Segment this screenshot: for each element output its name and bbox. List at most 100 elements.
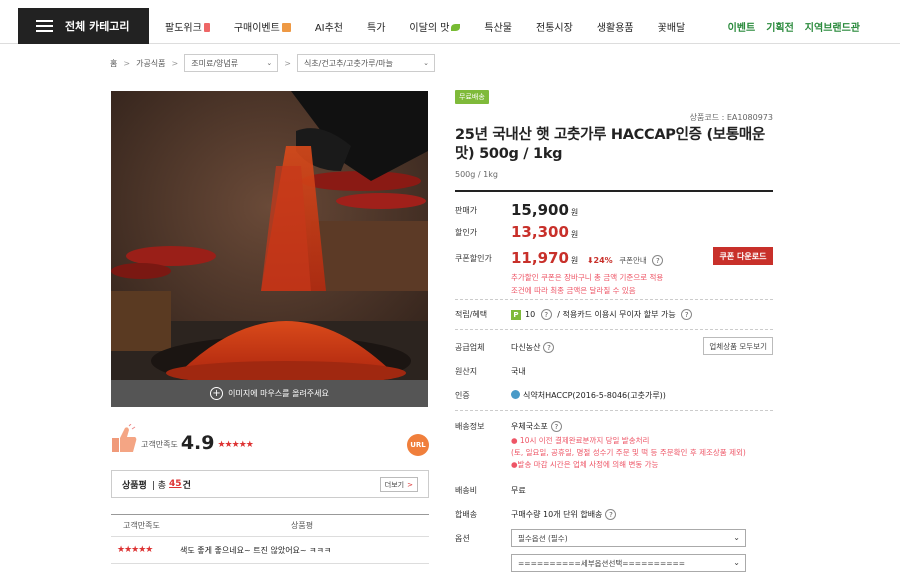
chevron-right-icon: >: [171, 58, 179, 68]
review-row-text: 색도 좋게 좋으네요~ 트진 않았어요~ ㅋㅋㅋ: [180, 545, 332, 555]
review-header-rating: 고객만족도: [123, 521, 160, 530]
menu-item-monthly-taste[interactable]: 이달의 맛: [409, 19, 461, 34]
menu-item-exhibition[interactable]: 기획전: [766, 19, 794, 34]
menu-item-household[interactable]: 생활용품: [597, 19, 634, 34]
chevron-down-icon: ⌄: [423, 59, 429, 67]
menu-item-special-price[interactable]: 특가: [367, 19, 385, 34]
all-category-label: 전체 카테고리: [65, 20, 130, 33]
main-menu: 팔도위크 구매이벤트 AI추천 특가 이달의 맛 특산물 전통시장 생활용품 꽃…: [165, 19, 709, 34]
help-icon[interactable]: ?: [540, 309, 552, 320]
supplier-name: 다신농산: [511, 343, 541, 352]
chevron-down-icon: ⌄: [733, 533, 740, 542]
review-total-label: | 총: [151, 480, 167, 491]
help-icon[interactable]: ?: [652, 255, 664, 266]
sale-price-label: 판매가: [455, 206, 478, 215]
menu-item-traditional-market[interactable]: 전통시장: [536, 19, 573, 34]
coupon-price: 11,970: [511, 249, 569, 267]
breadcrumb-select-seasoning[interactable]: 조미료/양념류 ⌄: [184, 54, 279, 72]
rating-stars: ★★★★★: [217, 440, 253, 450]
review-more-button[interactable]: 더보기 >: [379, 477, 418, 492]
menu-item-ai-recommend[interactable]: AI추천: [315, 19, 343, 34]
review-label: 상품평: [122, 480, 147, 491]
right-menu: 이벤트 기획전 지역브랜드관: [717, 19, 860, 34]
hamburger-icon: [36, 20, 53, 32]
coupon-download-button[interactable]: 쿠폰 다운로드: [713, 247, 773, 265]
required-option-select[interactable]: 필수옵션 (필수) ⌄: [511, 529, 746, 547]
chili-powder-photo: [111, 91, 428, 380]
coupon-price-label: 쿠폰할인가: [455, 254, 492, 263]
bundle-shipping-value: 구매수량 10개 단위 합배송: [511, 510, 603, 519]
menu-item-event[interactable]: 이벤트: [728, 19, 756, 34]
product-code: 상품코드 : EA1080973: [689, 113, 773, 122]
chevron-down-icon: ⌄: [266, 59, 273, 67]
rating-score: 4.9: [180, 432, 215, 454]
chevron-right-icon: >: [284, 58, 291, 68]
gift-icon: [281, 23, 291, 32]
leaf-icon: [451, 24, 461, 31]
detail-option-select[interactable]: ==========세부옵션선택========== ⌄: [511, 554, 746, 572]
option-label: 옵션: [455, 534, 470, 543]
breadcrumb: 홈 > 가공식품 > 조미료/양념류 ⌄ > 식초/건고추/고춧가루/마늘 ⌄: [110, 54, 435, 72]
url-share-button[interactable]: URL: [407, 434, 429, 456]
product-subtitle: 500g / 1kg: [455, 170, 498, 179]
discount-price-label: 할인가: [455, 228, 478, 237]
plus-circle-icon: +: [210, 387, 224, 400]
menu-item-regional-brand[interactable]: 지역브랜드관: [805, 19, 860, 34]
review-unit: 건: [182, 480, 191, 491]
product-image[interactable]: [111, 91, 428, 380]
breadcrumb-select-pepper[interactable]: 식초/건고추/고춧가루/마늘 ⌄: [296, 54, 435, 72]
shipping-carrier: 우체국소포: [511, 422, 548, 431]
shipping-fee-value: 무료: [511, 486, 526, 495]
coupon-note-line-2: 조건에 따라 최종 금액은 달라질 수 있음: [511, 286, 636, 295]
review-header-text: 상품평: [291, 521, 314, 530]
menu-item-purchase-event[interactable]: 구매이벤트: [234, 19, 291, 34]
product-info: 무료배송 상품코드 : EA1080973 25년 국내산 햇 고춧가루 HAC…: [455, 90, 773, 572]
supplier-products-button[interactable]: 업체상품 모두보기: [703, 337, 773, 355]
customer-rating: 고객만족도 4.9 ★★★★★: [111, 424, 254, 454]
discount-price: 13,300: [511, 223, 569, 241]
menu-item-specialty[interactable]: 특산물: [484, 19, 512, 34]
review-table-header: 고객만족도 상품평: [111, 514, 429, 537]
shipping-note-3: ●발송 마감 시간은 업체 사정에 의해 변동 가능: [511, 460, 659, 469]
review-count: 45: [169, 479, 182, 489]
help-icon[interactable]: ?: [543, 342, 555, 353]
all-category-button[interactable]: 전체 카테고리: [18, 8, 149, 44]
menu-item-flower-delivery[interactable]: 꽃배달: [658, 19, 686, 34]
breadcrumb-home[interactable]: 홈: [110, 58, 117, 69]
coupon-note-line-1: 추가할인 쿠폰은 장바구니 총 금액 기준으로 적용: [511, 273, 664, 282]
breadcrumb-processed-food[interactable]: 가공식품: [136, 58, 165, 69]
origin-value: 국내: [511, 367, 526, 376]
review-row-stars: ★★★★★: [117, 545, 153, 555]
divider: [455, 299, 773, 300]
rating-label: 고객만족도: [141, 440, 178, 449]
points-value: 10: [525, 310, 536, 319]
image-zoom-bar[interactable]: + 이미지에 마우스를 올려주세요: [111, 380, 428, 407]
sale-price: 15,900: [511, 201, 569, 219]
title-divider: [455, 190, 773, 192]
origin-label: 원산지: [455, 367, 478, 376]
top-navigation: 전체 카테고리 팔도위크 구매이벤트 AI추천 특가 이달의 맛 특산물 전통시…: [0, 0, 900, 44]
divider: [455, 410, 773, 411]
bundle-shipping-label: 합배송: [455, 510, 478, 519]
certification-value: 식약처HACCP(2016-5-8046(고춧가루)): [523, 391, 666, 400]
review-summary: 상품평 | 총 45 건 더보기 >: [111, 470, 429, 498]
chevron-right-icon: >: [123, 58, 131, 68]
product-title: 25년 국내산 햇 고춧가루 HACCAP인증 (보통매운맛) 500g / 1…: [455, 127, 765, 162]
menu-item-paldo-week[interactable]: 팔도위크: [165, 19, 210, 34]
thumbs-up-icon: [112, 424, 137, 452]
certification-icon: [511, 390, 520, 399]
divider: [455, 329, 773, 330]
shipping-note-1: ● 10시 이전 결제완료분까지 당일 발송처리: [511, 436, 650, 445]
certification-label: 인증: [455, 391, 470, 400]
coupon-discount-percent: ⬇24%: [586, 256, 613, 265]
points-label: 적립/혜택: [455, 310, 488, 319]
help-icon[interactable]: ?: [681, 309, 693, 320]
help-icon[interactable]: ?: [550, 421, 562, 432]
supplier-label: 공급업체: [455, 343, 485, 352]
review-row[interactable]: ★★★★★ 색도 좋게 좋으네요~ 트진 않았어요~ ㅋㅋㅋ: [111, 537, 429, 564]
review-table: 고객만족도 상품평 ★★★★★ 색도 좋게 좋으네요~ 트진 않았어요~ ㅋㅋㅋ: [111, 514, 429, 564]
coupon-info-label: 쿠폰안내: [619, 256, 647, 265]
chevron-down-icon: ⌄: [733, 558, 740, 567]
help-icon[interactable]: ?: [605, 509, 617, 520]
chevron-right-icon: >: [407, 480, 413, 489]
